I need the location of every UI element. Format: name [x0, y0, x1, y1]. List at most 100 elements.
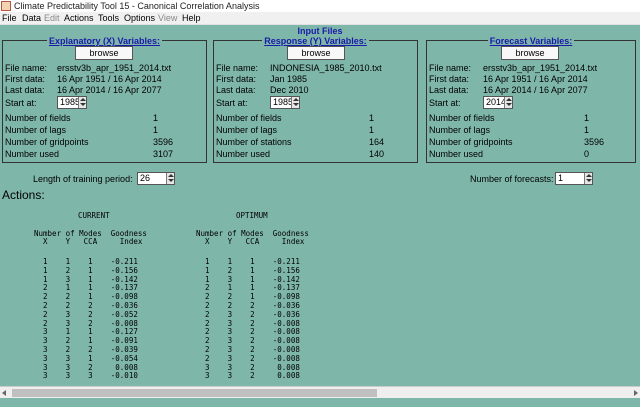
y-browse-button[interactable]: browse [287, 46, 345, 60]
f-grid-value: 3596 [584, 137, 605, 147]
y-file-value: INDONESIA_1985_2010.txt [270, 63, 382, 73]
horizontal-scrollbar[interactable] [0, 386, 640, 398]
app-icon [1, 1, 11, 11]
result-row: 2 3 2 -0.008 [196, 345, 300, 354]
title-bar: Climate Predictability Tool 15 - Canonic… [0, 0, 640, 12]
result-row: 3 3 2 0.008 [34, 362, 138, 372]
result-row: 2 3 2 -0.008 [34, 318, 138, 328]
result-row: 1 2 1 -0.156 [196, 265, 300, 275]
y-lags-value: 1 [369, 125, 375, 135]
y-used-value: 140 [369, 149, 385, 159]
x-last-label: Last data: [5, 85, 45, 95]
x-first-label: First data: [5, 74, 46, 84]
y-panel-title: Response (Y) Variables: [214, 36, 417, 46]
f-start-label: Start at: [429, 98, 461, 108]
x-lags-value: 1 [153, 125, 159, 135]
y-first-value: Jan 1985 [270, 74, 308, 84]
result-row: 2 3 2 -0.008 [196, 336, 300, 346]
menu-tools[interactable]: Tools [98, 12, 119, 25]
menu-actions[interactable]: Actions [64, 12, 94, 25]
y-start-label: Start at: [216, 98, 248, 108]
menu-edit[interactable]: Edit [44, 12, 60, 25]
f-grid-label: Number of gridpoints [429, 137, 513, 147]
result-row: 3 3 3 -0.010 [34, 371, 138, 381]
f-used-value: 0 [584, 149, 590, 159]
menu-file[interactable]: File [2, 12, 17, 25]
y-grid-value: 164 [369, 137, 385, 147]
result-row: 1 3 1 -0.142 [34, 274, 138, 284]
result-row: 2 2 2 -0.036 [196, 301, 300, 310]
training-spinner[interactable]: 26 [137, 172, 175, 185]
menu-options[interactable]: Options [124, 12, 155, 25]
result-row: 2 3 2 -0.008 [196, 318, 300, 328]
x-used-value: 3107 [153, 149, 174, 159]
x-fields-value: 1 [153, 113, 159, 123]
y-used-label: Number used [216, 149, 271, 159]
scroll-thumb[interactable] [12, 389, 377, 397]
training-arrows-icon[interactable] [166, 173, 174, 184]
x-lags-label: Number of lags [5, 125, 67, 135]
result-row: 2 2 1 -0.098 [34, 292, 138, 302]
result-row: 1 3 1 -0.142 [196, 274, 300, 284]
x-start-label: Start at: [5, 98, 37, 108]
result-row: 1 1 1 -0.211 [34, 257, 138, 266]
y-panel-title-text: Response (Y) Variables: [262, 36, 369, 46]
y-last-label: Last data: [216, 85, 256, 95]
x-browse-button[interactable]: browse [75, 46, 133, 60]
y-lags-label: Number of lags [216, 125, 278, 135]
x-start-arrows-icon[interactable] [78, 97, 86, 108]
result-row: 3 2 2 -0.039 [34, 345, 138, 354]
menu-help[interactable]: Help [182, 12, 201, 25]
f-used-label: Number used [429, 149, 484, 159]
optimum-header-2: X Y CCA Index [196, 237, 305, 246]
y-grid-label: Number of stations [216, 137, 292, 147]
x-file-value: ersstv3b_apr_1951_2014.txt [57, 63, 172, 73]
forecasts-spinner[interactable]: 1 [555, 172, 593, 185]
f-first-value: 16 Apr 1951 / 16 Apr 2014 [483, 74, 588, 84]
menu-data[interactable]: Data [22, 12, 41, 25]
f-start-arrows-icon[interactable] [504, 97, 512, 108]
y-first-label: First data: [216, 74, 257, 84]
current-heading: CURRENT [78, 211, 110, 220]
f-first-label: First data: [429, 74, 470, 84]
result-row: 2 2 2 -0.036 [34, 301, 138, 310]
result-row: 2 3 2 -0.036 [196, 309, 300, 319]
x-grid-value: 3596 [153, 137, 174, 147]
scroll-left-icon[interactable] [2, 390, 6, 396]
actions-heading: Actions: [2, 188, 45, 202]
result-row: 2 1 1 -0.137 [196, 283, 300, 293]
x-grid-label: Number of gridpoints [5, 137, 89, 147]
result-row: 3 3 2 0.008 [196, 371, 300, 381]
result-row: 1 1 1 -0.211 [196, 257, 300, 266]
result-row: 3 1 1 -0.127 [34, 327, 138, 337]
f-browse-button[interactable]: browse [501, 46, 559, 60]
current-header-2: X Y CCA Index [34, 237, 143, 246]
forecasts-arrows-icon[interactable] [584, 173, 592, 184]
x-start-spinner[interactable]: 1985 [57, 96, 87, 109]
result-row: 2 3 2 -0.008 [196, 353, 300, 363]
window-title: Climate Predictability Tool 15 - Canonic… [14, 1, 260, 11]
f-last-value: 16 Apr 2014 / 16 Apr 2077 [483, 85, 588, 95]
result-row: 2 3 2 -0.052 [34, 309, 138, 319]
f-start-spinner[interactable]: 2014 [483, 96, 513, 109]
x-fields-label: Number of fields [5, 113, 71, 123]
result-row: 3 2 1 -0.091 [34, 336, 138, 346]
menu-bar: File Data Edit Actions Tools Options Vie… [0, 12, 640, 25]
forecasts-value: 1 [558, 173, 564, 183]
f-file-value: ersstv3b_apr_1951_2014.txt [483, 63, 598, 73]
menu-view[interactable]: View [158, 12, 177, 25]
training-value: 26 [140, 173, 151, 183]
y-start-spinner[interactable]: 1985 [270, 96, 300, 109]
forecast-variables-panel: Forecast Variables: browse File name: er… [426, 36, 636, 163]
x-panel-title: Explanatory (X) Variables: [3, 36, 206, 46]
f-fields-value: 1 [584, 113, 590, 123]
f-panel-title: Forecast Variables: [427, 36, 635, 46]
x-used-label: Number used [5, 149, 60, 159]
optimum-heading: OPTIMUM [236, 211, 268, 220]
y-start-arrows-icon[interactable] [291, 97, 299, 108]
y-last-value: Dec 2010 [270, 85, 309, 95]
y-file-label: File name: [216, 63, 259, 73]
scroll-right-icon[interactable] [634, 390, 638, 396]
x-variables-panel: Explanatory (X) Variables: browse File n… [2, 36, 207, 163]
training-label: Length of training period: [33, 174, 133, 184]
